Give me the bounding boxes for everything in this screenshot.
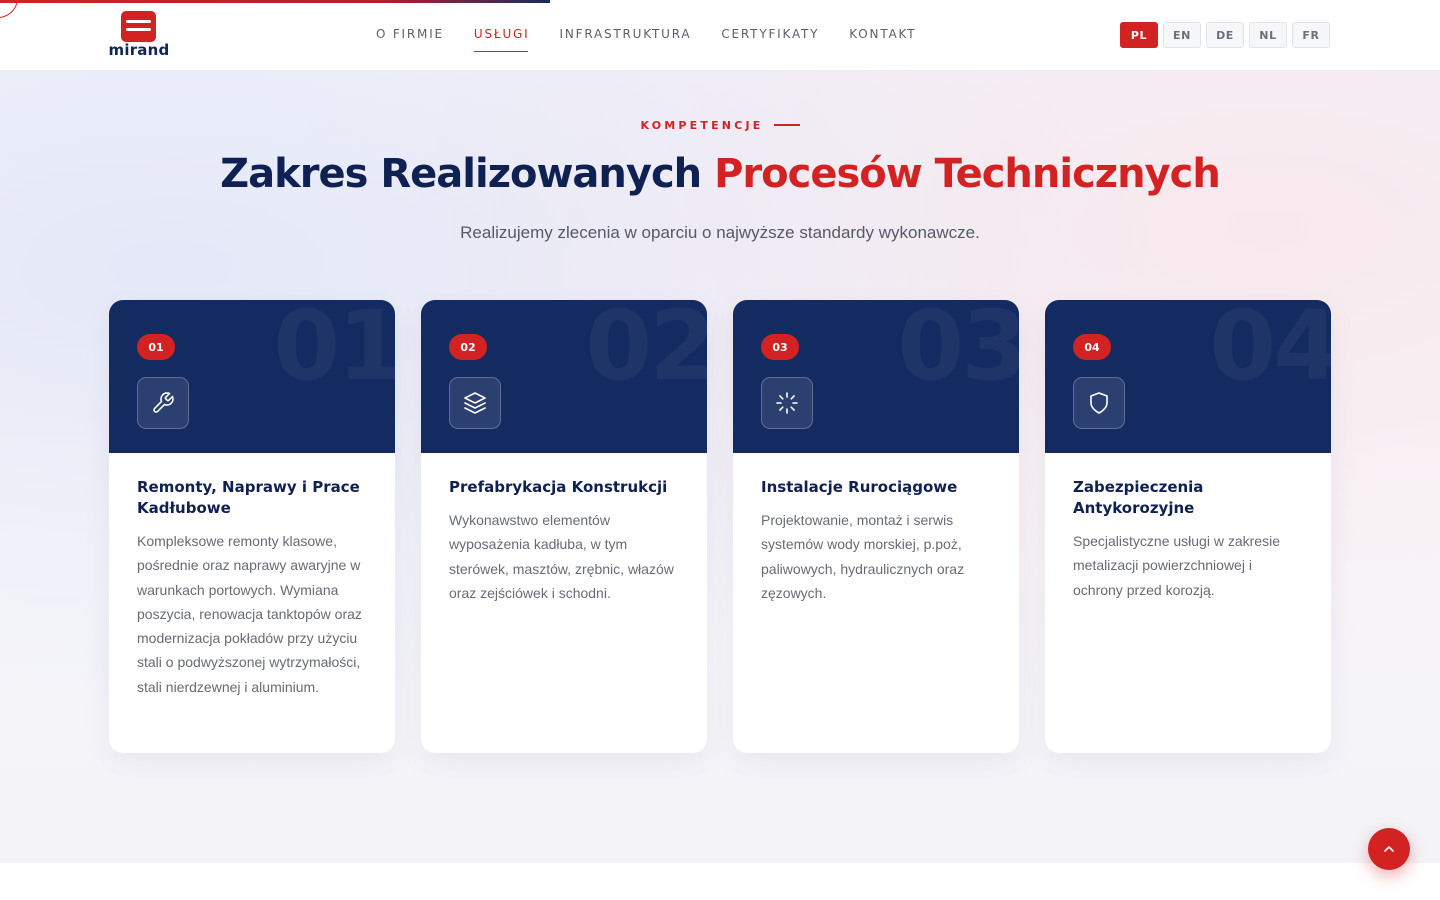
- language-switcher: PL EN DE NL FR: [1120, 22, 1330, 48]
- lang-button-en[interactable]: EN: [1163, 22, 1201, 48]
- card-description: Kompleksowe remonty klasowe, pośrednie o…: [137, 533, 362, 695]
- lang-button-pl[interactable]: PL: [1120, 22, 1158, 48]
- eyebrow-label: KOMPETENCJE: [640, 119, 764, 132]
- nav-item-kontakt[interactable]: KONTAKT: [849, 27, 916, 47]
- service-cards: 01 01 Remonty, Naprawy i Prace Kadłubowe…: [109, 300, 1331, 753]
- card-title: Zabezpieczenia Antykorozyjne: [1073, 478, 1204, 517]
- nav-item-uslugi[interactable]: USŁUGI: [473, 27, 530, 52]
- card-title: Remonty, Naprawy i Prace Kadłubowe: [137, 478, 360, 517]
- logo-mark-icon: [121, 11, 156, 42]
- card-number-badge: 01: [137, 334, 175, 360]
- lang-button-nl[interactable]: NL: [1249, 22, 1287, 48]
- loader-icon: [761, 377, 813, 429]
- card-watermark-number: 04: [1209, 300, 1331, 402]
- card-header: 01 01: [109, 300, 395, 453]
- eyebrow-dash: [773, 124, 800, 126]
- card-watermark-number: 02: [585, 300, 707, 402]
- main-navigation: O FIRMIE USŁUGI INFRASTRUKTURA CERTYFIKA…: [376, 27, 916, 52]
- card-watermark-number: 01: [273, 300, 395, 402]
- service-card[interactable]: 02 02 Prefabrykacja Konstrukcji Wykonaws…: [421, 300, 707, 753]
- scroll-progress-bar: [0, 0, 550, 3]
- shield-icon: [1073, 377, 1125, 429]
- services-section: KOMPETENCJE Zakres Realizowanych Procesó…: [0, 71, 1440, 863]
- card-title: Instalacje Rurociągowe: [761, 478, 958, 496]
- service-card[interactable]: 03 03 Instalacje Rurociągowe Projektowan…: [733, 300, 1019, 753]
- card-description: Projektowanie, montaż i serwis systemów …: [761, 512, 965, 601]
- card-number-badge: 04: [1073, 334, 1111, 360]
- card-number-badge: 03: [761, 334, 799, 360]
- card-header: 04 04: [1045, 300, 1331, 453]
- section-title-accent: Procesów Technicznych: [714, 151, 1221, 197]
- section-title: Zakres Realizowanych Procesów Techniczny…: [0, 151, 1440, 197]
- card-header: 02 02: [421, 300, 707, 453]
- layers-icon: [449, 377, 501, 429]
- lang-button-fr[interactable]: FR: [1292, 22, 1330, 48]
- chevron-up-icon: [1381, 841, 1397, 857]
- lang-button-de[interactable]: DE: [1206, 22, 1244, 48]
- service-card[interactable]: 01 01 Remonty, Naprawy i Prace Kadłubowe…: [109, 300, 395, 753]
- section-eyebrow: KOMPETENCJE: [0, 119, 1440, 132]
- next-section-edge: [0, 863, 1440, 900]
- card-description: Wykonawstwo elementów wyposażenia kadłub…: [449, 512, 674, 601]
- card-number-badge: 02: [449, 334, 487, 360]
- section-subtitle: Realizujemy zlecenia w oparciu o najwyżs…: [460, 223, 980, 242]
- scroll-to-top-button[interactable]: [1368, 828, 1410, 870]
- card-description: Specjalistyczne usługi w zakresie metali…: [1073, 533, 1280, 598]
- card-watermark-number: 03: [897, 300, 1019, 402]
- section-title-main: Zakres Realizowanych: [220, 151, 702, 197]
- nav-item-certyfikaty[interactable]: CERTYFIKATY: [721, 27, 819, 47]
- card-header: 03 03: [733, 300, 1019, 453]
- service-card[interactable]: 04 04 Zabezpieczenia Antykorozyjne Specj…: [1045, 300, 1331, 753]
- wrench-icon: [137, 377, 189, 429]
- nav-item-o-firmie[interactable]: O FIRMIE: [376, 27, 444, 47]
- logo-text: mirand: [108, 41, 170, 59]
- card-title: Prefabrykacja Konstrukcji: [449, 478, 668, 496]
- site-header: mirand O FIRMIE USŁUGI INFRASTRUKTURA CE…: [0, 0, 1440, 71]
- logo[interactable]: mirand: [106, 11, 172, 59]
- nav-item-infrastruktura[interactable]: INFRASTRUKTURA: [560, 27, 692, 47]
